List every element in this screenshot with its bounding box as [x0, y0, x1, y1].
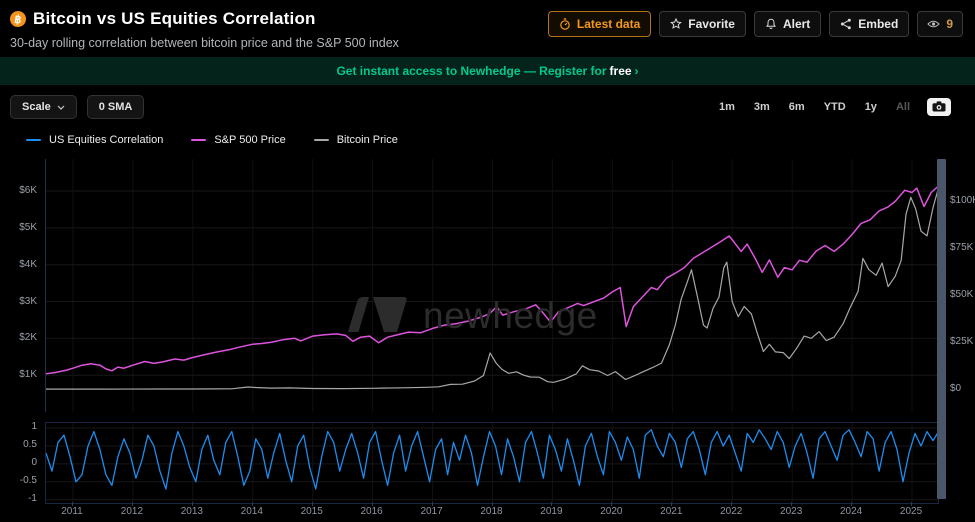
- right-axis-label: $0: [950, 383, 961, 394]
- left-axis-label: $1K: [0, 369, 37, 380]
- page-title: Bitcoin vs US Equities Correlation: [33, 9, 316, 29]
- x-axis-tick: [372, 502, 373, 506]
- legend-item-sp500[interactable]: S&P 500 Price: [191, 134, 285, 146]
- x-axis-label: 2023: [775, 506, 807, 517]
- chevron-down-icon: [57, 101, 65, 113]
- left-axis-label: $6K: [0, 185, 37, 196]
- x-axis-tick: [611, 502, 612, 506]
- right-axis-label: $25K: [950, 336, 973, 347]
- correlation-axis-label: 1: [0, 421, 37, 432]
- bitcoin-icon: ฿: [9, 10, 27, 28]
- x-axis-tick: [671, 502, 672, 506]
- legend-item-correlation[interactable]: US Equities Correlation: [26, 134, 163, 146]
- sma-button[interactable]: 0 SMA: [87, 95, 145, 119]
- right-axis-label: $100K: [950, 195, 975, 206]
- x-axis-label: 2020: [595, 506, 627, 517]
- camera-icon: [932, 100, 946, 115]
- x-axis-tick: [551, 502, 552, 506]
- x-axis-label: 2024: [835, 506, 867, 517]
- x-axis-tick: [791, 502, 792, 506]
- page-subtitle: 30-day rolling correlation between bitco…: [10, 36, 399, 50]
- correlation-series-swatch: [26, 139, 41, 141]
- x-axis-label: 2011: [56, 506, 88, 517]
- stopwatch-icon: [559, 18, 571, 30]
- scale-dropdown[interactable]: Scale: [10, 95, 77, 119]
- correlation-chart-svg[interactable]: [45, 422, 939, 504]
- x-axis-tick: [312, 502, 313, 506]
- x-axis-tick: [731, 502, 732, 506]
- chart-scrollbar[interactable]: [937, 159, 946, 499]
- left-axis-label: $3K: [0, 296, 37, 307]
- x-axis-tick: [192, 502, 193, 506]
- x-axis-label: 2013: [176, 506, 208, 517]
- x-axis-tick: [492, 502, 493, 506]
- x-axis-label: 2016: [356, 506, 388, 517]
- x-axis-label: 2018: [476, 506, 508, 517]
- legend-item-bitcoin[interactable]: Bitcoin Price: [314, 134, 398, 146]
- left-axis-label: $5K: [0, 222, 37, 233]
- correlation-axis-label: -0.5: [0, 475, 37, 486]
- left-axis-label: $2K: [0, 332, 37, 343]
- screenshot-button[interactable]: [927, 98, 951, 116]
- alert-label: Alert: [783, 17, 810, 31]
- x-axis-label: 2019: [535, 506, 567, 517]
- range-button-6m[interactable]: 6m: [787, 99, 807, 115]
- correlation-axis-label: -1: [0, 493, 37, 504]
- range-button-ytd[interactable]: YTD: [822, 99, 848, 115]
- x-axis-label: 2022: [715, 506, 747, 517]
- range-button-3m[interactable]: 3m: [752, 99, 772, 115]
- x-axis-tick: [72, 502, 73, 506]
- header-left: ฿ Bitcoin vs US Equities Correlation 30-…: [10, 9, 399, 50]
- bitcoin-series-swatch: [314, 139, 329, 141]
- legend-label-correlation: US Equities Correlation: [49, 134, 163, 146]
- x-axis-tick: [911, 502, 912, 506]
- chart-legend: US Equities Correlation S&P 500 Price Bi…: [26, 134, 975, 146]
- x-axis-label: 2021: [655, 506, 687, 517]
- scale-label: Scale: [22, 101, 51, 113]
- chart-toolbar: Scale 0 SMA 1m 3m 6m YTD 1y All: [0, 85, 975, 119]
- x-axis-label: 2025: [895, 506, 927, 517]
- left-axis-label: $4K: [0, 259, 37, 270]
- sp500-series-swatch: [191, 139, 206, 141]
- legend-label-sp500: S&P 500 Price: [214, 134, 285, 146]
- favorite-label: Favorite: [688, 17, 735, 31]
- embed-label: Embed: [858, 17, 898, 31]
- latest-data-button[interactable]: Latest data: [548, 11, 651, 37]
- latest-data-label: Latest data: [577, 17, 640, 31]
- legend-label-bitcoin: Bitcoin Price: [337, 134, 398, 146]
- views-count: 9: [946, 17, 953, 31]
- x-axis-label: 2015: [296, 506, 328, 517]
- banner-arrow-icon: ›: [635, 64, 639, 78]
- page-header: ฿ Bitcoin vs US Equities Correlation 30-…: [0, 0, 975, 50]
- x-axis-tick: [252, 502, 253, 506]
- bell-icon: [765, 18, 777, 30]
- correlation-axis-label: 0: [0, 457, 37, 468]
- right-axis-label: $75K: [950, 242, 973, 253]
- range-button-1m[interactable]: 1m: [717, 99, 737, 115]
- range-button-all[interactable]: All: [894, 99, 912, 115]
- main-chart-svg[interactable]: [45, 159, 939, 412]
- sma-label: 0 SMA: [99, 101, 133, 113]
- range-button-1y[interactable]: 1y: [863, 99, 879, 115]
- favorite-button[interactable]: Favorite: [659, 11, 746, 37]
- register-banner[interactable]: Get instant access to Newhedge — Registe…: [0, 57, 975, 85]
- x-axis-label: 2012: [116, 506, 148, 517]
- x-axis-label: 2017: [416, 506, 448, 517]
- share-icon: [840, 18, 852, 30]
- x-axis-label: 2014: [236, 506, 268, 517]
- x-axis-tick: [851, 502, 852, 506]
- right-axis-label: $50K: [950, 289, 973, 300]
- views-button[interactable]: 9: [917, 11, 963, 37]
- header-buttons: Latest data Favorite Alert Embed 9: [548, 9, 963, 37]
- correlation-axis-label: 0.5: [0, 439, 37, 450]
- chart-area: newhedge $1K$2K$3K$4K$5K$6K$0$25K$50K$75…: [0, 154, 975, 522]
- x-axis-tick: [132, 502, 133, 506]
- eye-icon: [927, 19, 940, 29]
- alert-button[interactable]: Alert: [754, 11, 821, 37]
- x-axis-tick: [432, 502, 433, 506]
- embed-button[interactable]: Embed: [829, 11, 909, 37]
- star-icon: [670, 18, 682, 30]
- banner-text: Get instant access to Newhedge — Registe…: [336, 64, 606, 78]
- banner-highlight: free: [610, 64, 632, 78]
